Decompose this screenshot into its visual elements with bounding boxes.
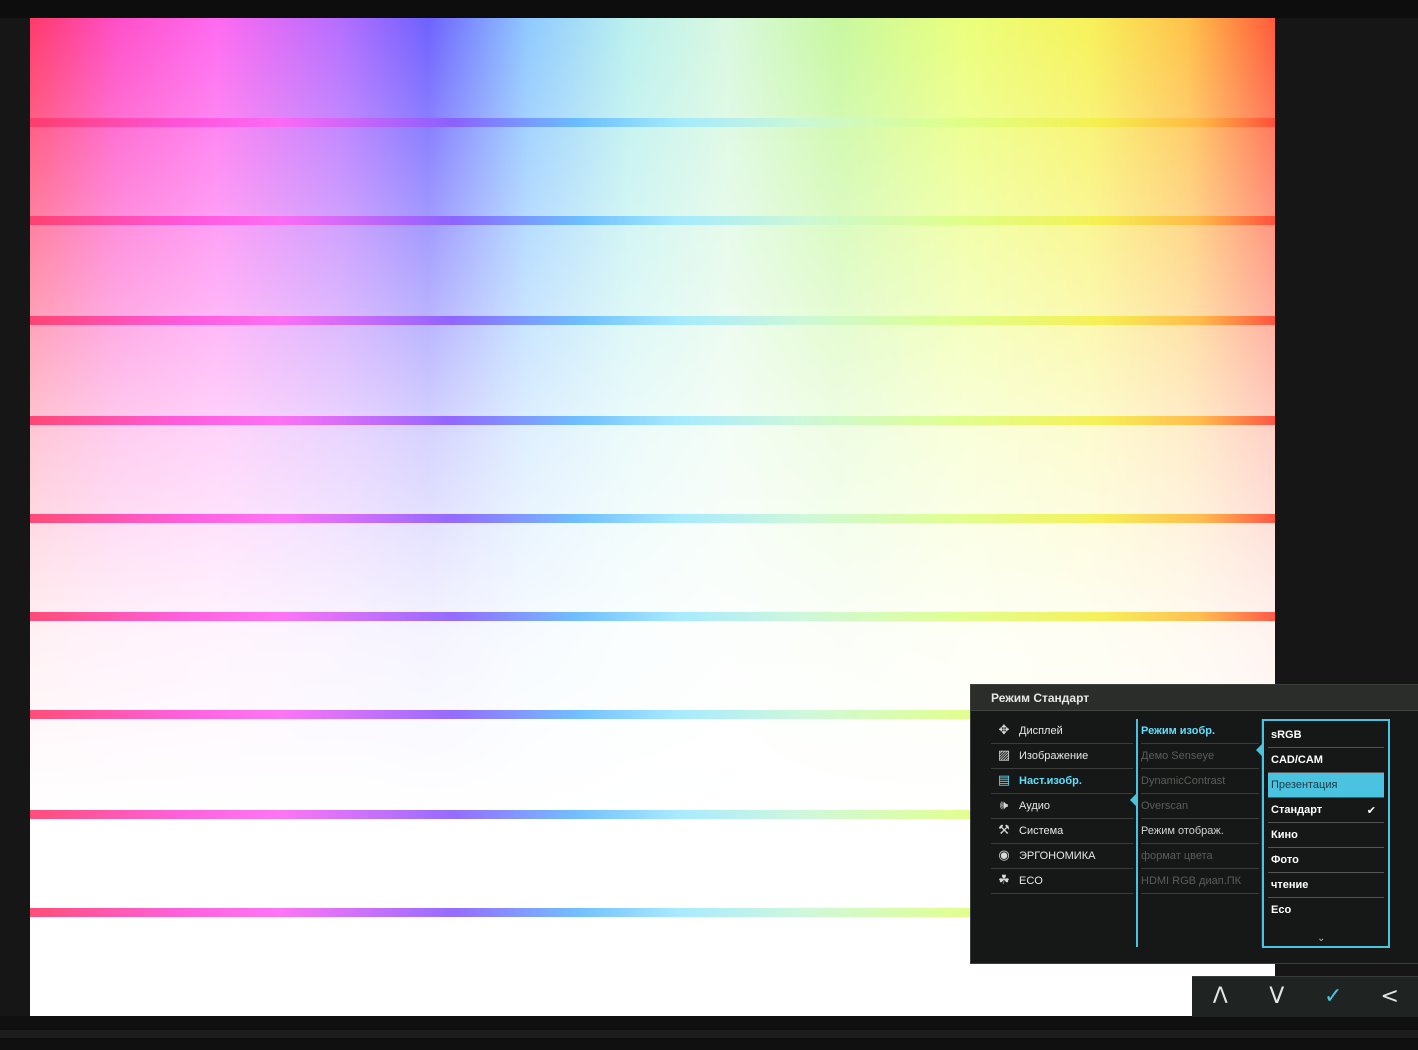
submenu: Режим изобр. Демо Senseye DynamicContras… xyxy=(1141,719,1259,894)
wrench-icon: ⚒ xyxy=(998,823,1010,838)
option-label: Фото xyxy=(1271,854,1299,866)
menu-item-picture[interactable]: ▨ Изображение xyxy=(991,744,1133,769)
osd-menu: Режим Стандарт ✥ Дисплей ▨ Изображение ▤… xyxy=(970,684,1418,964)
option-srgb[interactable]: sRGB xyxy=(1268,723,1384,748)
submenu-item-picture-mode[interactable]: Режим изобр. xyxy=(1141,719,1259,744)
selection-notch xyxy=(1130,794,1136,806)
spectrum-stripe xyxy=(30,118,1275,127)
option-eco[interactable]: Eco xyxy=(1268,898,1384,923)
submenu-item-hdmi-rgb-range[interactable]: HDMI RGB диап.ПК xyxy=(1141,869,1259,894)
option-label: Презентация xyxy=(1271,779,1338,791)
check-icon: ✔ xyxy=(1366,804,1376,817)
display-icon: ✥ xyxy=(998,723,1010,738)
option-standard[interactable]: Стандарт ✔ xyxy=(1268,798,1384,823)
key-guide: Λ V ✓ < xyxy=(1192,976,1418,1017)
spectrum-stripe xyxy=(30,612,1275,621)
menu-item-picture-advanced[interactable]: ▤ Наст.изобр. xyxy=(991,769,1133,794)
menu-item-label: Наст.изобр. xyxy=(1019,775,1082,787)
option-label: sRGB xyxy=(1271,729,1302,741)
spectrum-stripe xyxy=(30,514,1275,523)
option-photo[interactable]: Фото xyxy=(1268,848,1384,873)
option-label: Кино xyxy=(1271,829,1298,841)
menu-item-label: ECO xyxy=(1019,875,1043,887)
submenu-item-dynamic-contrast[interactable]: DynamicContrast xyxy=(1141,769,1259,794)
monitor-bezel-top xyxy=(0,0,1418,18)
submenu-item-senseye-demo[interactable]: Демо Senseye xyxy=(1141,744,1259,769)
menu-item-label: Дисплей xyxy=(1019,725,1063,737)
monitor-bezel-bottom xyxy=(0,1016,1418,1050)
menu-item-system[interactable]: ⚒ Система xyxy=(991,819,1133,844)
option-label: чтение xyxy=(1271,879,1309,891)
option-label: Стандарт xyxy=(1271,804,1323,816)
menu-item-ergonomics[interactable]: ◉ ЭРГОНОМИКА xyxy=(991,844,1133,869)
main-menu: ✥ Дисплей ▨ Изображение ▤ Наст.изобр. 🕪 … xyxy=(991,719,1133,894)
submenu-item-color-format[interactable]: формат цвета xyxy=(1141,844,1259,869)
menu-item-label: ЭРГОНОМИКА xyxy=(1019,850,1096,862)
menu-item-label: Система xyxy=(1019,825,1064,837)
up-key-icon[interactable]: Λ xyxy=(1192,977,1249,1017)
spectrum-stripe xyxy=(30,216,1275,225)
menu-item-label: Аудио xyxy=(1019,800,1051,812)
confirm-key-icon[interactable]: ✓ xyxy=(1305,977,1362,1017)
menu-item-label: Изображение xyxy=(1019,750,1089,762)
option-label: CAD/CAM xyxy=(1271,754,1323,766)
bezel-strip xyxy=(0,1030,1418,1038)
osd-title: Режим Стандарт xyxy=(971,685,1418,711)
leaf-icon: ☘ xyxy=(998,873,1010,888)
option-label: Eco xyxy=(1271,904,1292,916)
submenu-item-display-mode[interactable]: Режим отображ. xyxy=(1141,819,1259,844)
submenu-item-overscan[interactable]: Overscan xyxy=(1141,794,1259,819)
back-key-icon[interactable]: < xyxy=(1362,977,1418,1017)
option-reading[interactable]: чтение xyxy=(1268,873,1384,898)
menu-item-display[interactable]: ✥ Дисплей xyxy=(991,719,1133,744)
eye-icon: ◉ xyxy=(998,848,1010,863)
spectrum-stripe xyxy=(30,416,1275,425)
option-cad-cam[interactable]: CAD/CAM xyxy=(1268,748,1384,773)
picture-icon: ▨ xyxy=(997,748,1011,763)
menu-item-eco[interactable]: ☘ ECO xyxy=(991,869,1133,894)
menu-item-audio[interactable]: 🕪 Аудио xyxy=(991,794,1133,819)
spectrum-stripe xyxy=(30,316,1275,325)
down-key-icon[interactable]: V xyxy=(1249,977,1306,1017)
picture-advanced-icon: ▤ xyxy=(997,773,1011,788)
audio-icon: 🕪 xyxy=(999,798,1009,813)
option-movie[interactable]: Кино xyxy=(1268,823,1384,848)
option-presentation[interactable]: Презентация xyxy=(1268,773,1384,798)
chevron-down-icon[interactable]: ⌄ xyxy=(1317,933,1325,944)
picture-mode-options: sRGB CAD/CAM Презентация Стандарт ✔ Кино… xyxy=(1262,719,1390,948)
menu-divider xyxy=(1136,719,1138,947)
